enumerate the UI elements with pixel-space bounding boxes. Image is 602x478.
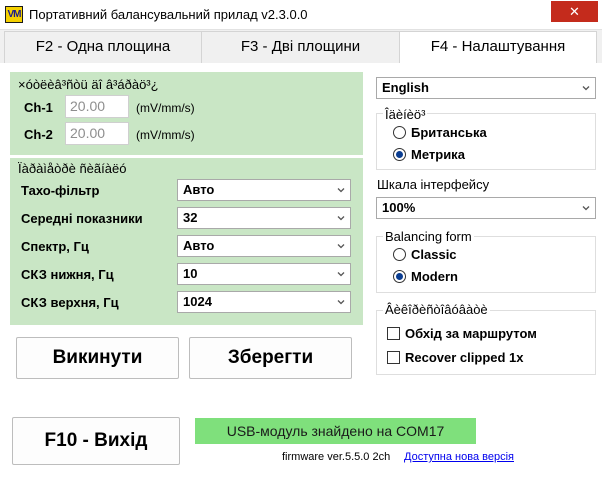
select-value: 100% xyxy=(382,200,416,215)
chevron-down-icon xyxy=(337,300,345,305)
spectrum-label: Спектр, Гц xyxy=(21,239,89,254)
ch1-unit: (mV/mm/s) xyxy=(136,101,195,115)
usb-status-badge: USB-модуль знайдено на COM17 xyxy=(195,418,476,444)
ch2-sensitivity-input[interactable]: 20.00 xyxy=(65,122,129,145)
units-metric-radio[interactable]: Метрика xyxy=(393,147,465,162)
recover-clipped-checkbox[interactable]: Recover clipped 1x xyxy=(387,350,524,365)
radio-on-icon xyxy=(393,270,406,283)
select-value: 10 xyxy=(183,266,198,281)
checkbox-unchecked-icon xyxy=(387,351,400,364)
tab-label: F4 - Налаштування xyxy=(430,38,566,55)
radio-on-icon xyxy=(393,148,406,161)
title-bar: VM Портативний балансувальний прилад v2.… xyxy=(0,0,602,30)
rms-high-select[interactable]: 1024 xyxy=(177,291,351,313)
radio-off-icon xyxy=(393,248,406,261)
spectrum-select[interactable]: Авто xyxy=(177,235,351,257)
radio-off-icon xyxy=(393,126,406,139)
select-value: 1024 xyxy=(183,294,212,309)
rms-low-label: СКЗ нижня, Гц xyxy=(21,267,114,282)
select-value: Авто xyxy=(183,182,215,197)
exit-button[interactable]: F10 - Вихід xyxy=(12,417,180,465)
units-imperial-radio[interactable]: Британська xyxy=(393,125,487,140)
tacho-filter-select[interactable]: Авто xyxy=(177,179,351,201)
checkbox-label: Recover clipped 1x xyxy=(405,350,524,365)
radio-label: Classic xyxy=(411,247,457,262)
app-logo-icon: VM xyxy=(5,6,23,23)
averages-select[interactable]: 32 xyxy=(177,207,351,229)
ch1-label: Ch-1 xyxy=(24,100,53,115)
tab-label: F2 - Одна площина xyxy=(35,38,171,55)
measurement-group: Ïàðàìåòðè ñèãíàëó Тахо-фільтр Авто Серед… xyxy=(10,158,363,325)
balancing-classic-radio[interactable]: Classic xyxy=(393,247,457,262)
ch1-sensitivity-input[interactable]: 20.00 xyxy=(65,95,129,118)
radio-label: Метрика xyxy=(411,147,465,162)
chevron-down-icon xyxy=(337,244,345,249)
balancing-modern-radio[interactable]: Modern xyxy=(393,269,458,284)
ch2-unit: (mV/mm/s) xyxy=(136,128,195,142)
firmware-version: firmware ver.5.5.0 2ch xyxy=(282,451,391,463)
sensitivity-caption: ×óòëèâ³ñòü äî â³áðàö³¿ xyxy=(18,77,159,92)
select-value: Авто xyxy=(183,238,215,253)
chevron-down-icon xyxy=(582,86,590,91)
chevron-down-icon xyxy=(337,188,345,193)
language-select[interactable]: English xyxy=(376,77,596,99)
measurement-caption: Ïàðàìåòðè ñèãíàëó xyxy=(18,161,127,176)
route-bypass-checkbox[interactable]: Обхід за маршрутом xyxy=(387,326,537,341)
chevron-down-icon xyxy=(582,206,590,211)
extra-options-group xyxy=(376,310,596,375)
update-available-link[interactable]: Доступна нова версія xyxy=(404,451,514,463)
balancing-form-group xyxy=(376,236,596,293)
rms-high-label: СКЗ верхня, Гц xyxy=(21,295,119,310)
radio-label: Британська xyxy=(411,125,487,140)
sensitivity-group: ×óòëèâ³ñòü äî â³áðàö³¿ Ch-1 20.00 (mV/mm… xyxy=(10,72,363,155)
tab-two-planes[interactable]: F3 - Дві площини xyxy=(201,31,400,63)
save-button[interactable]: Зберегти xyxy=(189,337,352,379)
checkbox-label: Обхід за маршрутом xyxy=(405,326,537,341)
chevron-down-icon xyxy=(337,272,345,277)
checkbox-unchecked-icon xyxy=(387,327,400,340)
balancing-form-caption: Balancing form xyxy=(383,229,474,244)
tab-settings[interactable]: F4 - Налаштування xyxy=(399,31,597,64)
tab-label: F3 - Дві площини xyxy=(240,38,361,55)
close-window-button[interactable]: ✕ xyxy=(551,1,598,22)
scale-select[interactable]: 100% xyxy=(376,197,596,219)
scale-label: Шкала інтерфейсу xyxy=(377,177,490,192)
window-title: Портативний балансувальний прилад v2.3.0… xyxy=(29,7,308,22)
tab-one-plane[interactable]: F2 - Одна площина xyxy=(4,31,202,63)
chevron-down-icon xyxy=(337,216,345,221)
close-icon: ✕ xyxy=(569,4,580,19)
tacho-filter-label: Тахо-фільтр xyxy=(21,183,100,198)
rms-low-select[interactable]: 10 xyxy=(177,263,351,285)
units-caption: Îäèíèö³ xyxy=(383,107,428,122)
averages-label: Середні показники xyxy=(21,211,143,226)
select-value: 32 xyxy=(183,210,198,225)
select-value: English xyxy=(382,80,429,95)
discard-button[interactable]: Викинути xyxy=(16,337,179,379)
radio-label: Modern xyxy=(411,269,458,284)
extra-options-caption: Âèêîðèñòîâóâàòè xyxy=(383,302,490,317)
ch2-label: Ch-2 xyxy=(24,127,53,142)
